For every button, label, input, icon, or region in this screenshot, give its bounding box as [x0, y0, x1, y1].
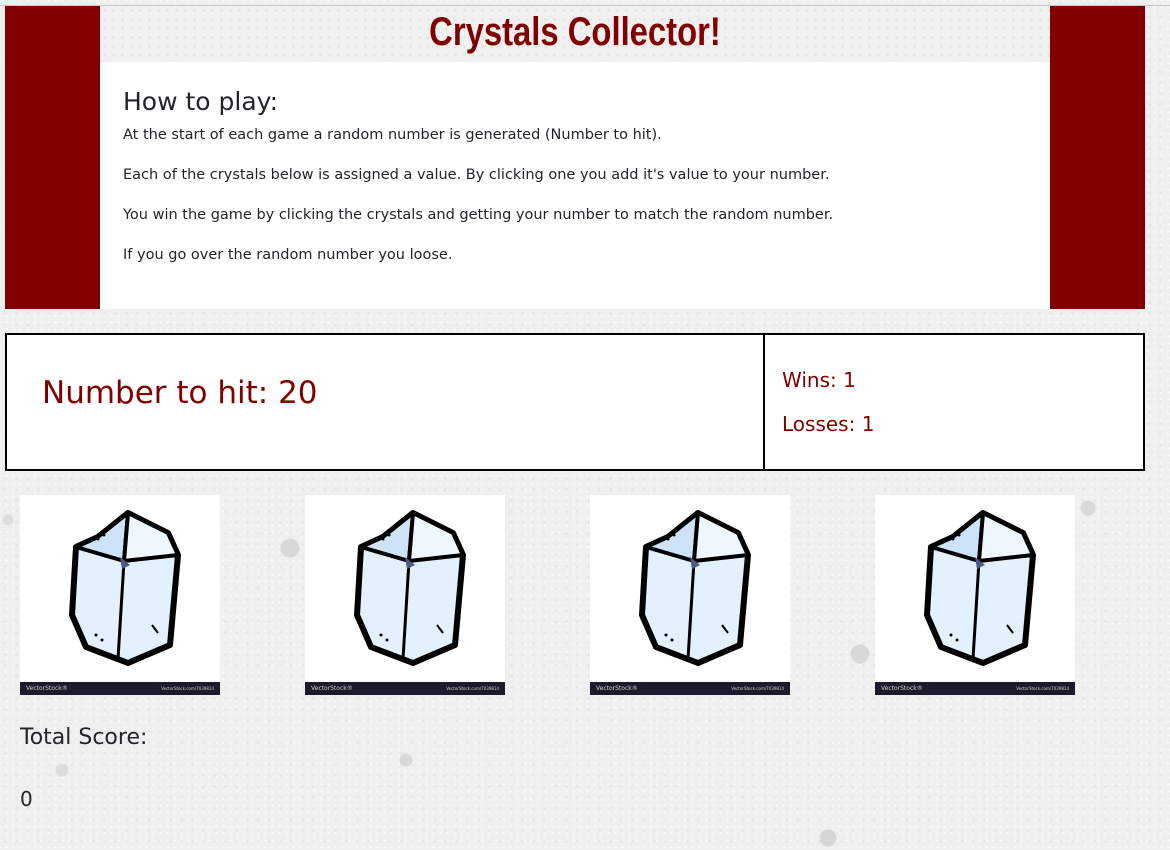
- crystal-icon: [924, 510, 1036, 666]
- instruction-4: If you go over the random number you loo…: [123, 247, 453, 263]
- watermark-left: VectorStock®: [596, 685, 638, 692]
- header-content: Crystals Collector! How to play: At the …: [100, 6, 1050, 309]
- crystal-icon: [69, 510, 181, 666]
- crystal-icon: [639, 510, 751, 666]
- instruction-3: You win the game by clicking the crystal…: [123, 207, 834, 223]
- instruction-1: At the start of each game a random numbe…: [123, 127, 662, 143]
- watermark-bar: VectorStock® VectorStock.com/7039814: [875, 682, 1075, 695]
- losses-count: Losses: 1: [782, 412, 875, 436]
- watermark-left: VectorStock®: [311, 685, 353, 692]
- crystal-button-1[interactable]: VectorStock® VectorStock.com/7039814: [20, 495, 220, 695]
- crystal-icon: [354, 510, 466, 666]
- page-title: Crystals Collector!: [429, 10, 721, 54]
- watermark-left: VectorStock®: [881, 685, 923, 692]
- target-number-panel: Number to hit: 20: [7, 335, 765, 469]
- total-score-label: Total Score:: [20, 725, 148, 750]
- crystal-button-4[interactable]: VectorStock® VectorStock.com/7039814: [875, 495, 1075, 695]
- watermark-right: VectorStock.com/7039814: [446, 686, 499, 691]
- watermark-bar: VectorStock® VectorStock.com/7039814: [590, 682, 790, 695]
- crystal-button-3[interactable]: VectorStock® VectorStock.com/7039814: [590, 495, 790, 695]
- watermark-bar: VectorStock® VectorStock.com/7039814: [20, 682, 220, 695]
- watermark-bar: VectorStock® VectorStock.com/7039814: [305, 682, 505, 695]
- how-to-play-section: How to play: At the start of each game a…: [100, 62, 1050, 266]
- stats-panel: Wins: 1 Losses: 1: [767, 335, 1143, 469]
- header-banner: Crystals Collector! How to play: At the …: [5, 6, 1145, 309]
- title-band: Crystals Collector!: [100, 6, 1050, 62]
- watermark-right: VectorStock.com/7039814: [1016, 686, 1069, 691]
- watermark-right: VectorStock.com/7039814: [731, 686, 784, 691]
- how-to-play-heading: How to play:: [123, 87, 279, 116]
- instruction-2: Each of the crystals below is assigned a…: [123, 167, 830, 183]
- crystal-button-2[interactable]: VectorStock® VectorStock.com/7039814: [305, 495, 505, 695]
- target-number: Number to hit: 20: [42, 375, 318, 411]
- wins-count: Wins: 1: [782, 368, 856, 392]
- total-score-value: 0: [20, 787, 33, 811]
- watermark-right: VectorStock.com/7039814: [161, 686, 214, 691]
- watermark-left: VectorStock®: [26, 685, 68, 692]
- scoreboard: Number to hit: 20 Wins: 1 Losses: 1: [5, 333, 1145, 471]
